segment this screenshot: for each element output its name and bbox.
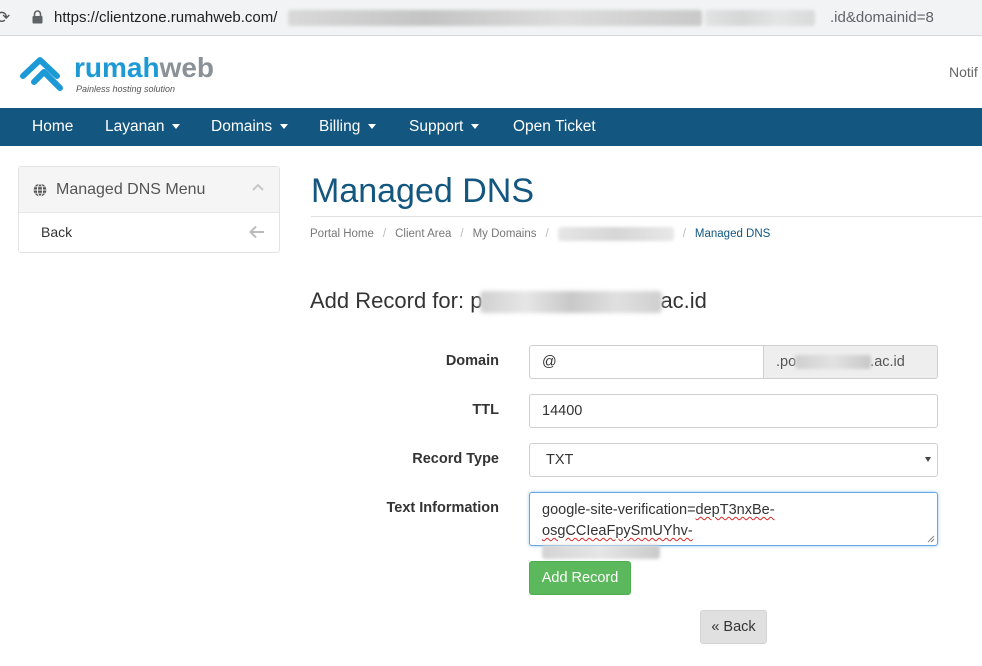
caret-down-icon	[368, 124, 377, 130]
record-type-select[interactable]: TXT	[529, 443, 938, 477]
record-type-label: Record Type	[412, 451, 499, 467]
logo-mark-icon	[20, 57, 63, 91]
nav-billing[interactable]: Billing	[319, 108, 377, 146]
domain-label: Domain	[445, 353, 499, 369]
nav-home[interactable]: Home	[32, 108, 73, 146]
reload-icon[interactable]: ⟳	[0, 8, 10, 28]
add-record-heading: Add Record for: p ac.id	[310, 288, 707, 314]
resize-handle-icon[interactable]	[927, 535, 935, 543]
add-record-button[interactable]: Add Record	[529, 561, 631, 595]
sidebar-title: Managed DNS Menu	[56, 181, 206, 198]
site-header: rumahweb Painless hosting solution Notif	[0, 36, 982, 108]
domain-host-input[interactable]: @	[529, 345, 764, 379]
breadcrumb-current: Managed DNS	[694, 228, 771, 241]
page-title: Managed DNS	[311, 172, 535, 210]
domain-redacted	[480, 291, 663, 314]
chevron-up-icon[interactable]	[251, 182, 265, 192]
caret-down-icon	[172, 124, 181, 130]
nav-open-ticket[interactable]: Open Ticket	[513, 108, 596, 146]
domain-suffix-redacted	[795, 355, 872, 369]
url-redacted-2	[705, 10, 815, 26]
sidebar-item-back[interactable]: Back	[19, 213, 279, 253]
notifications-link[interactable]: Notif	[949, 64, 978, 80]
lock-icon	[32, 10, 43, 24]
rumahweb-logo[interactable]: rumahweb Painless hosting solution	[20, 52, 220, 98]
arrow-left-icon	[249, 225, 264, 239]
nav-support[interactable]: Support	[409, 108, 480, 146]
nav-layanan[interactable]: Layanan	[105, 108, 181, 146]
back-button[interactable]: « Back	[700, 610, 767, 644]
nav-domains[interactable]: Domains	[211, 108, 289, 146]
breadcrumb-portal-home[interactable]: Portal Home	[310, 228, 374, 240]
text-information-textarea[interactable]: google-site-verification=depT3nxBe-osgCC…	[529, 492, 938, 560]
title-divider	[311, 216, 982, 217]
breadcrumb: Portal Home / Client Area / My Domains / / Mana…	[310, 227, 771, 241]
managed-dns-sidebar: Managed DNS Menu Back	[18, 166, 280, 253]
browser-address-bar[interactable]: ⟳ https://clientzone.rumahweb.com/ .id&d…	[0, 0, 982, 36]
sidebar-header[interactable]: Managed DNS Menu	[19, 167, 279, 213]
globe-icon	[33, 183, 47, 197]
url-text: https://clientzone.rumahweb.com/	[54, 9, 278, 26]
url-redacted	[288, 10, 702, 26]
breadcrumb-my-domains[interactable]: My Domains	[473, 228, 537, 240]
breadcrumb-client-area[interactable]: Client Area	[395, 228, 451, 240]
caret-down-icon	[280, 124, 289, 130]
logo-wordmark: rumahweb	[74, 52, 215, 83]
caret-down-icon	[471, 124, 480, 130]
text-information-label: Text Information	[386, 500, 499, 516]
sidebar-item-label: Back	[41, 224, 73, 240]
ttl-input[interactable]: 14400	[529, 394, 938, 428]
logo-tagline: Painless hosting solution	[76, 84, 176, 94]
select-arrow-icon	[925, 457, 931, 462]
breadcrumb-domain-redacted[interactable]	[557, 227, 674, 241]
token-redacted	[542, 545, 660, 560]
main-nav: Home Layanan Domains Billing Support Ope…	[0, 108, 982, 146]
url-text-suffix: .id&domainid=8	[830, 9, 934, 26]
domain-suffix-addon: .po .ac.id	[764, 345, 938, 379]
ttl-label: TTL	[472, 402, 499, 418]
